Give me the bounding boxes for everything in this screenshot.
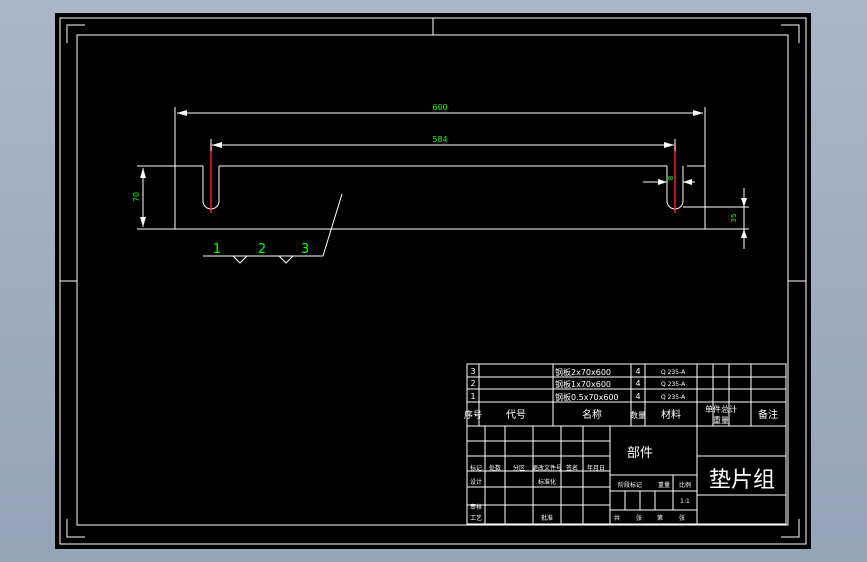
row3-no: 3 [470, 367, 475, 376]
dim-slot-depth: 35 [683, 188, 749, 249]
sign-label-mark: 标记 [470, 464, 482, 472]
sign-label-approve: 批准 [541, 514, 553, 522]
sign-label-date: 年月日 [587, 464, 605, 472]
header-qty: 数量 [630, 410, 646, 420]
balloon-1: 1 [213, 242, 221, 257]
balloon-3: 3 [301, 242, 309, 257]
part-type-label: 部件 [627, 446, 653, 461]
row1-qty: 4 [635, 392, 640, 401]
sheet-label-sheet: 张 [679, 514, 685, 522]
sign-label-change-doc: 更改文件号 [532, 464, 562, 472]
dim-8-label: 8 [667, 176, 675, 180]
row2-no: 2 [470, 379, 475, 388]
header-material: 材料 [661, 408, 681, 421]
sign-label-count: 处数 [489, 464, 501, 472]
header-weight-1: 单件总计 [705, 404, 737, 414]
dim-slot-pitch: 584 [210, 135, 676, 151]
corner-marks [66, 24, 800, 538]
sheet-label-sheets: 张 [636, 514, 642, 522]
drawing-sheet: 600 584 70 8 35 1 2 3 3 钢板2x70x600 4 Q 2… [59, 17, 807, 545]
row1-name: 钢板0.5x70x600 [555, 392, 619, 402]
stage-value-scale: 1:1 [680, 498, 690, 505]
stage-label-scale: 比例 [679, 481, 691, 489]
header-weight-2: 重量 [713, 415, 729, 425]
header-no: 序号 [464, 409, 482, 421]
dim-70-label: 70 [132, 192, 141, 202]
row2-qty: 4 [635, 379, 640, 388]
header-remark: 备注 [758, 408, 778, 421]
sign-label-design: 设计 [470, 478, 482, 486]
sign-label-review: 审核 [470, 503, 482, 511]
sheet-label-no: 第 [657, 514, 663, 522]
row1-no: 1 [470, 392, 475, 401]
row3-qty: 4 [635, 367, 640, 376]
outer-border [59, 17, 807, 545]
row1-material: Q 235-A [661, 394, 686, 401]
row3-name: 钢板2x70x600 [555, 367, 611, 377]
dim-height: 70 [132, 165, 175, 230]
stage-label-weight: 重量 [658, 481, 670, 489]
cad-viewport[interactable]: 600 584 70 8 35 1 2 3 3 钢板2x70x600 4 Q 2… [55, 13, 811, 549]
row2-material: Q 235-A [661, 381, 686, 388]
row3-material: Q 235-A [661, 369, 686, 376]
dim-slot-width: 8 [643, 176, 695, 185]
drawing-title: 垫片组 [709, 468, 775, 493]
sheet-label-total: 共 [614, 514, 620, 522]
sign-label-process: 工艺 [470, 514, 482, 522]
header-name: 名称 [582, 408, 602, 421]
header-code: 代号 [506, 409, 526, 421]
balloon-2: 2 [258, 242, 266, 257]
sign-label-signature: 签名 [566, 464, 578, 472]
sign-label-standard: 标准化 [538, 478, 556, 486]
shim-plate-outline [174, 165, 706, 230]
sign-label-zone: 分区 [513, 464, 525, 472]
row2-name: 钢板1x70x600 [555, 379, 611, 389]
stage-label-mark: 阶段标记 [618, 481, 642, 489]
dim-35-label: 35 [730, 214, 738, 223]
dim-584-label: 584 [432, 135, 447, 144]
dim-600-label: 600 [432, 103, 447, 112]
